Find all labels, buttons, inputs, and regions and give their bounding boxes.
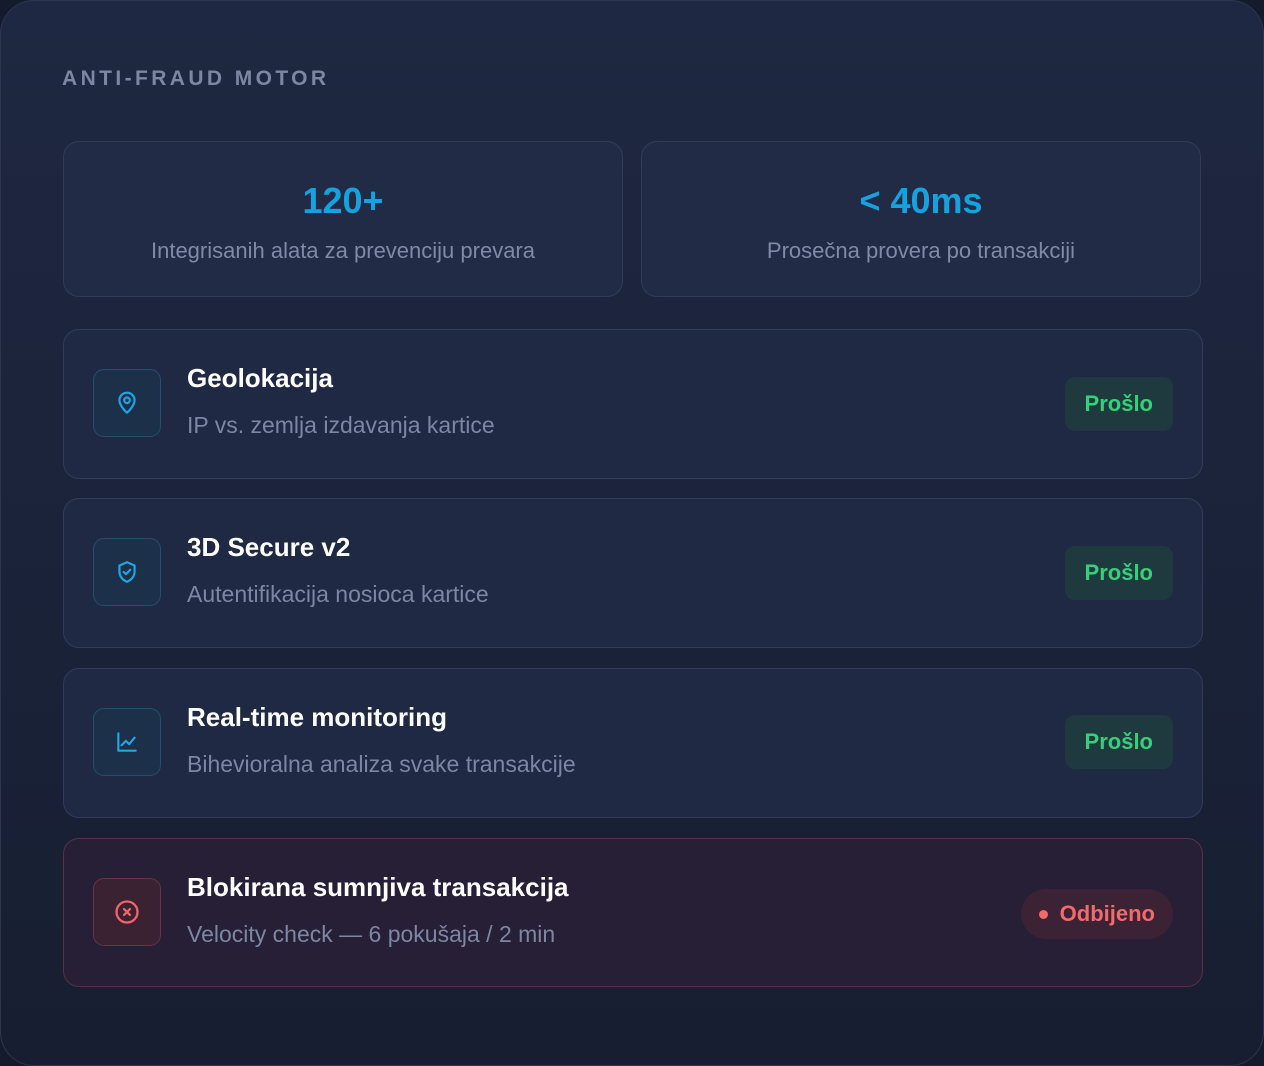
check-subtitle: Autentifikacija nosioca kartice <box>187 581 489 607</box>
status-label: Odbijeno <box>1059 901 1155 926</box>
check-title: Blokirana sumnjiva transakcija <box>187 872 569 902</box>
status-badge: Prošlo <box>1064 377 1173 431</box>
line-chart-icon <box>93 708 161 776</box>
status-badge: Prošlo <box>1064 715 1173 769</box>
stat-label: Integrisanih alata za prevenciju prevara <box>150 238 535 263</box>
check-title: Geolokacija <box>187 363 333 393</box>
status-badge: Prošlo <box>1064 546 1173 600</box>
shield-check-icon <box>93 538 161 606</box>
status-badge-rejected: Odbijeno <box>1020 889 1173 939</box>
map-pin-icon <box>93 369 161 437</box>
check-subtitle: Velocity check — 6 pokušaja / 2 min <box>187 921 556 947</box>
check-title: Real-time monitoring <box>187 702 448 732</box>
stat-label: Prosečna provera po transakciji <box>766 238 1076 263</box>
check-row-3d-secure: 3D Secure v2 Autentifikacija nosioca kar… <box>63 498 1203 648</box>
check-row-geolocation: Geolokacija IP vs. zemlja izdavanja kart… <box>63 329 1203 479</box>
status-dot-icon <box>1038 909 1048 919</box>
stat-value: < 40ms <box>859 180 983 221</box>
check-subtitle: Bihevioralna analiza svake transakcije <box>187 751 576 777</box>
check-row-blocked-transaction: Blokirana sumnjiva transakcija Velocity … <box>63 838 1203 987</box>
section-title: ANTI-FRAUD MOTOR <box>62 67 330 90</box>
stat-value: 120+ <box>302 180 384 221</box>
check-title: 3D Secure v2 <box>187 532 351 562</box>
check-row-realtime-monitoring: Real-time monitoring Bihevioralna analiz… <box>63 668 1203 818</box>
x-circle-icon <box>93 878 161 946</box>
check-subtitle: IP vs. zemlja izdavanja kartice <box>187 412 495 438</box>
stat-card-tools: 120+ Integrisanih alata za prevenciju pr… <box>63 141 623 297</box>
anti-fraud-panel: ANTI-FRAUD MOTOR 120+ Integrisanih alata… <box>0 0 1264 1066</box>
stat-card-latency: < 40ms Prosečna provera po transakciji <box>641 141 1201 297</box>
